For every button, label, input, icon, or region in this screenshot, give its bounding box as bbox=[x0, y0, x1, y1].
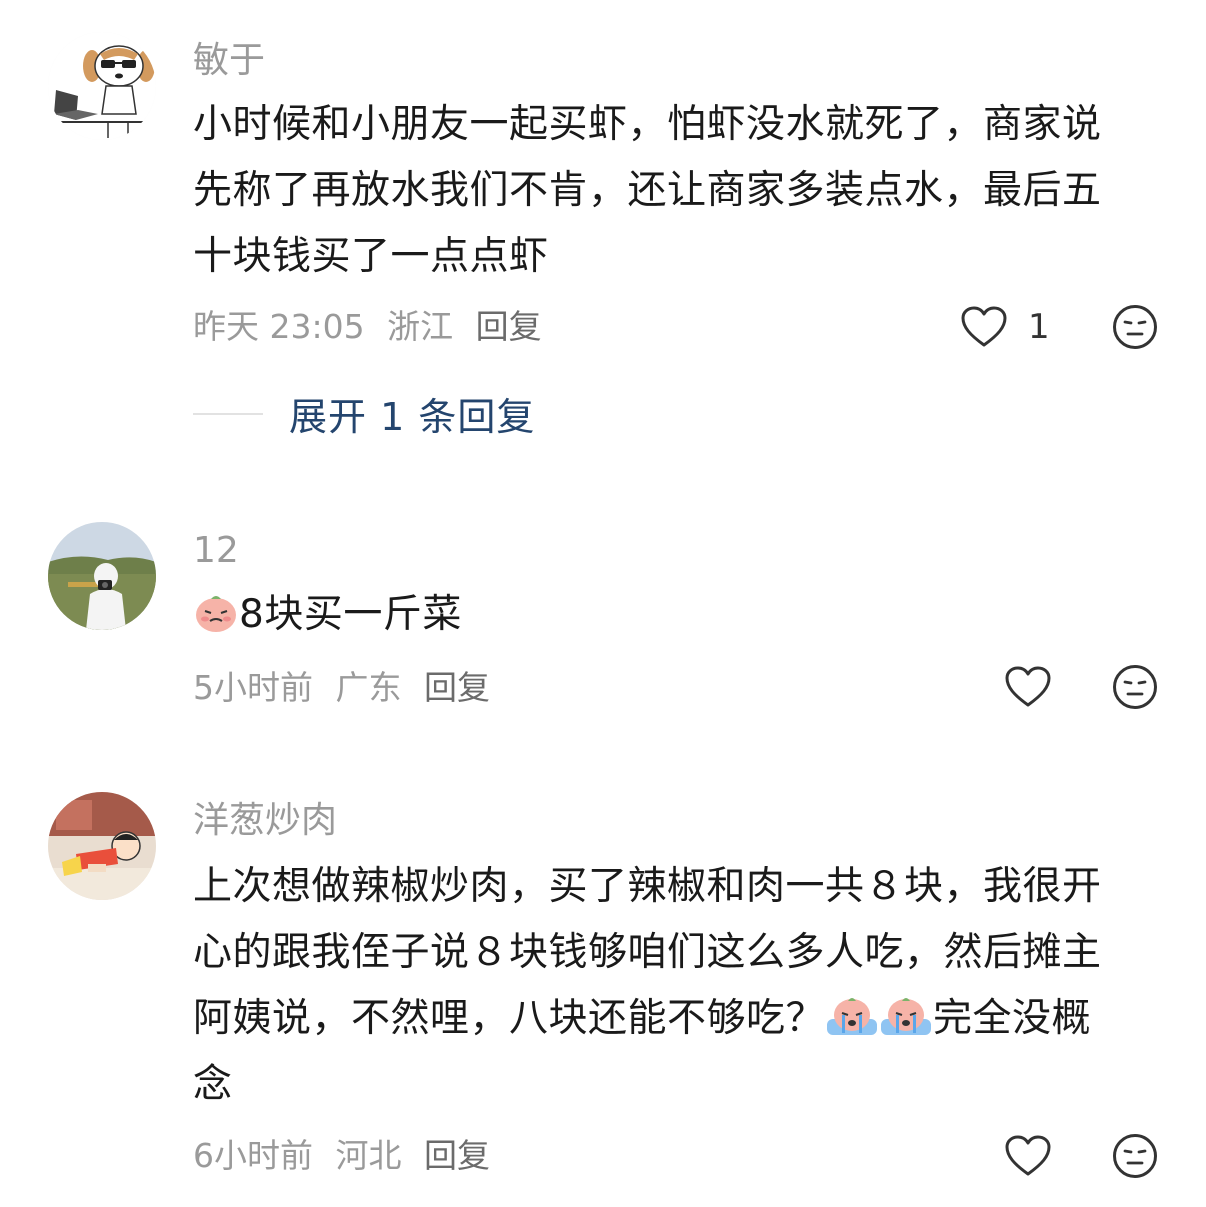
comment-text-line: 十块钱买了一点点虾 bbox=[193, 234, 549, 279]
divider-line bbox=[193, 412, 263, 415]
comment-time: 5小时前 bbox=[193, 668, 313, 707]
comment-text-line: 念 bbox=[193, 1062, 233, 1107]
comment-location: 浙江 bbox=[387, 307, 454, 346]
comment-text-content: 完全没概 bbox=[933, 996, 1092, 1041]
comment-time: 6小时前 bbox=[193, 1136, 313, 1175]
comment-text-line: 先称了再放水我们不肯，还让商家多装点水，最后五 bbox=[193, 168, 1102, 213]
comment-text: 小时候和小朋友一起买虾，怕虾没水就死了，商家说 先称了再放水我们不肯，还让商家多… bbox=[193, 92, 1158, 290]
username[interactable]: 12 bbox=[193, 528, 239, 574]
neutral-face-icon bbox=[1113, 1134, 1157, 1178]
neutral-face-icon bbox=[1113, 305, 1157, 349]
comment-meta: 5小时前 广东 回复 bbox=[193, 666, 502, 710]
username[interactable]: 敏于 bbox=[193, 38, 265, 84]
reaction-button[interactable] bbox=[1112, 304, 1158, 350]
reaction-button[interactable] bbox=[1112, 1133, 1158, 1179]
sad-peach-emoji-icon bbox=[193, 589, 239, 635]
crying-peach-emoji-icon bbox=[825, 993, 879, 1039]
like-count: 1 bbox=[1028, 307, 1050, 347]
user-avatar[interactable] bbox=[48, 32, 156, 140]
reply-button[interactable]: 回复 bbox=[424, 1136, 490, 1175]
comment-text-line: 心的跟我侄子说８块钱够咱们这么多人吃，然后摊主 bbox=[193, 930, 1102, 975]
user-avatar[interactable] bbox=[48, 522, 156, 630]
reply-button[interactable]: 回复 bbox=[424, 668, 490, 707]
comment-location: 河北 bbox=[335, 1136, 402, 1175]
heart-icon bbox=[1005, 666, 1051, 707]
expand-replies-label[interactable]: 展开 1 条回复 bbox=[289, 386, 535, 441]
comment-text-content: 阿姨说，不然哩，八块还能不够吃？ bbox=[193, 996, 826, 1041]
comment-text: 8块买一斤菜 bbox=[193, 582, 1158, 648]
user-avatar[interactable] bbox=[48, 792, 156, 900]
heart-icon bbox=[961, 306, 1007, 347]
comment-meta: 昨天 23:05 浙江 回复 bbox=[193, 305, 554, 349]
comment-location: 广东 bbox=[335, 668, 402, 707]
heart-icon bbox=[1005, 1135, 1051, 1176]
like-button[interactable] bbox=[1004, 1134, 1052, 1178]
comment-text-content: 8块买一斤菜 bbox=[239, 592, 462, 637]
reply-button[interactable]: 回复 bbox=[476, 307, 542, 346]
like-button[interactable] bbox=[1004, 665, 1052, 709]
dog-avatar-icon bbox=[48, 32, 156, 140]
comment-meta: 6小时前 河北 回复 bbox=[193, 1134, 502, 1178]
expand-replies-button[interactable]: 展开 1 条回复 bbox=[193, 386, 535, 441]
comment-actions: 1 bbox=[960, 302, 1158, 352]
comment-text-line: 上次想做辣椒炒肉，买了辣椒和肉一共８块，我很开 bbox=[193, 864, 1102, 909]
photo-avatar-icon bbox=[48, 522, 156, 630]
comment-text: 上次想做辣椒炒肉，买了辣椒和肉一共８块，我很开 心的跟我侄子说８块钱够咱们这么多… bbox=[193, 854, 1158, 1118]
crying-peach-emoji-icon bbox=[879, 993, 933, 1039]
cartoon-avatar-icon bbox=[48, 792, 156, 900]
comment-text-line: 小时候和小朋友一起买虾，怕虾没水就死了，商家说 bbox=[193, 102, 1102, 147]
username[interactable]: 洋葱炒肉 bbox=[193, 798, 337, 844]
comment-text-line: 8块买一斤菜 bbox=[193, 582, 1158, 648]
comment-actions bbox=[1004, 662, 1158, 712]
comment-text-line: 阿姨说，不然哩，八块还能不够吃？ 完全没概 bbox=[193, 986, 1158, 1052]
comment-time: 昨天 23:05 bbox=[193, 307, 365, 346]
reaction-button[interactable] bbox=[1112, 664, 1158, 710]
like-button[interactable]: 1 bbox=[960, 305, 1052, 349]
neutral-face-icon bbox=[1113, 665, 1157, 709]
comment-actions bbox=[1004, 1131, 1158, 1181]
